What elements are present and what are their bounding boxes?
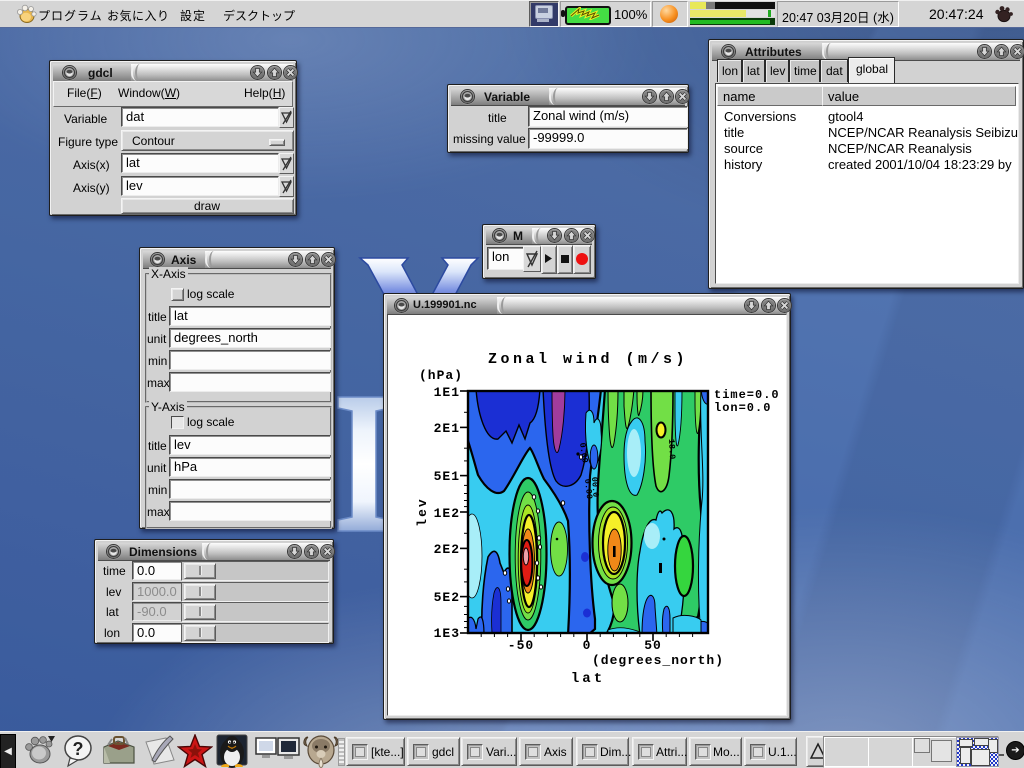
svg-text:?: ?	[73, 739, 84, 759]
svg-text:1E2: 1E2	[434, 506, 460, 521]
svg-text:1E1: 1E1	[434, 385, 460, 400]
svg-text:00.0: 00.0	[704, 486, 716, 507]
svg-text:00.0: 00.0	[589, 477, 600, 498]
svg-text:2E1: 2E1	[434, 421, 460, 436]
svg-text:lon=0.0: lon=0.0	[714, 401, 771, 415]
svg-text:1E3: 1E3	[434, 626, 460, 641]
svg-text:Zonal wind (m/s): Zonal wind (m/s)	[488, 351, 688, 368]
svg-text:(hPa): (hPa)	[419, 368, 463, 383]
svg-text:18.0: 18.0	[666, 439, 677, 460]
svg-text:time=0.0: time=0.0	[714, 388, 780, 402]
svg-text:5E1: 5E1	[434, 469, 460, 484]
svg-text:lev: lev	[415, 497, 430, 526]
svg-text:5E2: 5E2	[434, 590, 460, 605]
svg-text:lat: lat	[571, 671, 605, 687]
svg-text:(degrees_north): (degrees_north)	[592, 653, 724, 668]
svg-text:2E2: 2E2	[434, 542, 460, 557]
